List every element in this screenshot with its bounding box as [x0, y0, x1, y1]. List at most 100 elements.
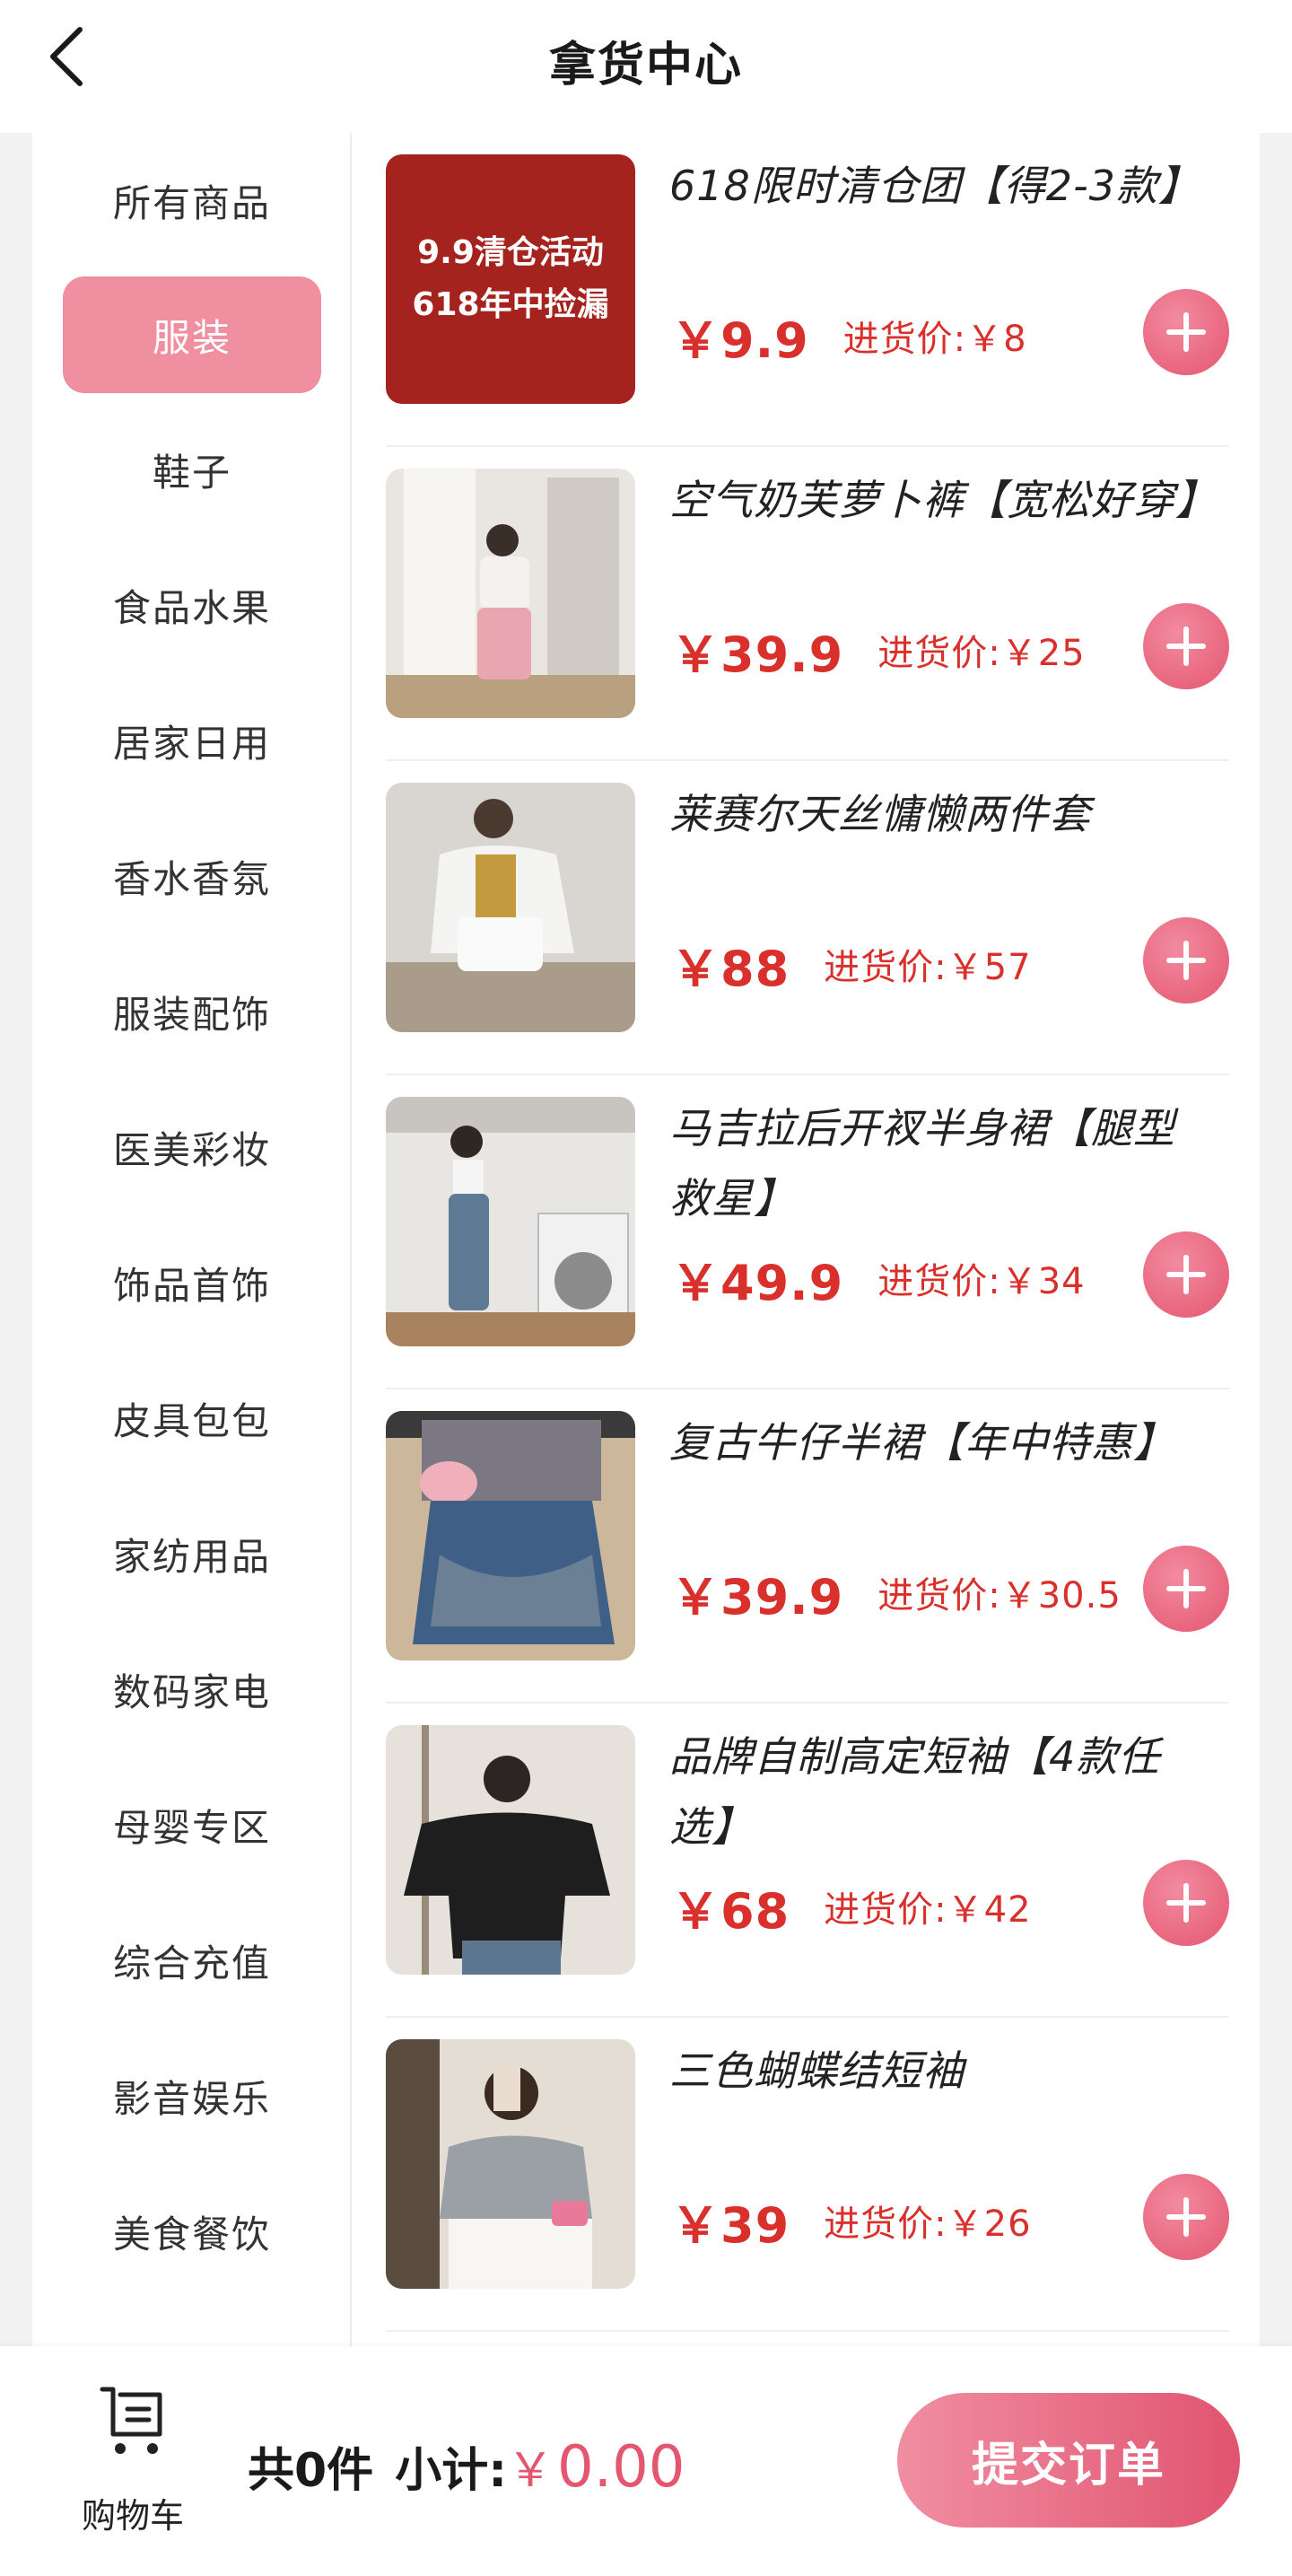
sidebar-item-accessories[interactable]: 服装配饰: [32, 953, 352, 1070]
checkout-bar: 购物车 共0件 小计: ￥ 0.00 提交订单: [0, 2346, 1292, 2576]
sidebar-item-recharge[interactable]: 综合充值: [32, 1902, 352, 2019]
sidebar-item-clothing[interactable]: 服装: [32, 276, 352, 393]
product-title: 品牌自制高定短袖【4款任选】: [669, 1732, 1161, 1851]
banner-text-line-1: 9.9清仓活动: [417, 234, 604, 271]
product-image: [386, 1411, 635, 1660]
category-sidebar: 所有商品 服装 鞋子 食品水果 居家日用 香水香氛 服装配饰 医美彩妆 饰品首饰…: [32, 133, 352, 2346]
plus-icon: [1166, 1569, 1206, 1608]
price-row: ￥9.9 进货价:￥8: [671, 300, 1027, 372]
product-price: ￥9.9: [671, 311, 809, 369]
sidebar-item-entertainment[interactable]: 影音娱乐: [32, 2037, 352, 2154]
sidebar-item-label: 食品水果: [112, 585, 271, 630]
banner-text-line-2: 618年中捡漏: [412, 286, 609, 323]
page-title: 拿货中心: [548, 39, 743, 92]
currency-symbol: ￥: [506, 2444, 554, 2498]
sidebar-item-label: 服装配饰: [112, 992, 271, 1037]
sidebar-item-label: 美食餐饮: [112, 2212, 271, 2256]
product-item[interactable]: 空气奶芙萝卜裤【宽松好穿】 ￥39.9 进货价:￥25: [386, 447, 1229, 761]
cart-label: 购物车: [81, 2496, 184, 2536]
product-cost: 进货价:￥26: [824, 2204, 1032, 2245]
sidebar-item-label: 影音娱乐: [112, 2076, 271, 2121]
product-cost: 进货价:￥42: [824, 1889, 1032, 1931]
sidebar-item-shoes[interactable]: 鞋子: [32, 411, 352, 528]
price-row: ￥88 进货价:￥57: [671, 928, 1032, 1000]
plus-icon: [1166, 1883, 1206, 1923]
price-row: ￥68 进货价:￥42: [671, 1871, 1032, 1942]
sidebar-item-textiles[interactable]: 家纺用品: [32, 1495, 352, 1612]
sidebar-item-label: 家纺用品: [112, 1534, 271, 1579]
sidebar-item-label: 居家日用: [112, 721, 271, 766]
product-cost: 进货价:￥34: [877, 1261, 1086, 1302]
sidebar-item-all[interactable]: 所有商品: [32, 142, 352, 258]
content-area: 所有商品 服装 鞋子 食品水果 居家日用 香水香氛 服装配饰 医美彩妆 饰品首饰…: [32, 133, 1260, 2346]
product-price: ￥49.9: [671, 1254, 844, 1311]
add-to-cart-button[interactable]: [1143, 1860, 1229, 1946]
sidebar-item-label: 母婴专区: [112, 1805, 271, 1850]
app-header: 拿货中心: [0, 0, 1292, 133]
price-row: ￥39 进货价:￥26: [671, 2185, 1032, 2256]
product-image: [386, 1097, 635, 1346]
price-row: ￥49.9 进货价:￥34: [671, 1242, 1086, 1314]
product-image: 9.9清仓活动 618年中捡漏: [386, 154, 635, 404]
product-image: [386, 1725, 635, 1975]
product-title: 618限时清仓团【得2-3款】: [669, 162, 1200, 210]
sidebar-item-label: 所有商品: [112, 180, 271, 225]
sidebar-item-label: 皮具包包: [112, 1398, 271, 1443]
product-price: ￥39.9: [671, 1568, 844, 1625]
product-item[interactable]: 莱赛尔天丝慵懒两件套 ￥88 进货价:￥57: [386, 761, 1229, 1075]
order-summary: 共0件 小计: ￥ 0.00: [248, 2432, 685, 2513]
cart-button[interactable]: 购物车: [61, 2382, 205, 2544]
product-item[interactable]: 9.9清仓活动 618年中捡漏 618限时清仓团【得2-3款】 ￥9.9 进货价…: [386, 133, 1229, 447]
item-count: 共0件: [248, 2444, 374, 2498]
cart-icon: [100, 2387, 162, 2454]
sidebar-item-perfume[interactable]: 香水香氛: [32, 818, 352, 934]
add-to-cart-button[interactable]: [1143, 1546, 1229, 1632]
add-to-cart-button[interactable]: [1143, 289, 1229, 375]
product-image: [386, 2039, 635, 2289]
plus-icon: [1166, 1255, 1206, 1294]
plus-icon: [1166, 626, 1206, 666]
subtotal-label: 小计:: [395, 2444, 507, 2498]
sidebar-item-label: 香水香氛: [112, 856, 271, 901]
price-row: ￥39.9 进货价:￥25: [671, 614, 1086, 686]
product-image: [386, 783, 635, 1032]
product-title: 复古牛仔半裙【年中特惠】: [669, 1418, 1175, 1467]
product-item[interactable]: 马吉拉后开衩半身裙【腿型救星】 ￥49.9 进货价:￥34: [386, 1075, 1229, 1389]
product-item[interactable]: 复古牛仔半裙【年中特惠】 ￥39.9 进货价:￥30.5: [386, 1389, 1229, 1704]
add-to-cart-button[interactable]: [1143, 1231, 1229, 1318]
plus-icon: [1166, 312, 1206, 352]
product-title: 马吉拉后开衩半身裙【腿型救星】: [669, 1104, 1175, 1222]
sidebar-item-baby[interactable]: 母婴专区: [32, 1766, 352, 1883]
product-cost: 进货价:￥30.5: [877, 1575, 1122, 1617]
product-title: 三色蝴蝶结短袖: [669, 2046, 965, 2095]
product-price: ￥88: [671, 940, 790, 997]
sidebar-item-beauty[interactable]: 医美彩妆: [32, 1089, 352, 1205]
product-item[interactable]: 三色蝴蝶结短袖 ￥39 进货价:￥26: [386, 2018, 1229, 2332]
product-cost: 进货价:￥8: [842, 319, 1027, 360]
sidebar-item-dining[interactable]: 美食餐饮: [32, 2173, 352, 2290]
sidebar-item-home[interactable]: 居家日用: [32, 682, 352, 799]
product-cost: 进货价:￥25: [877, 633, 1086, 674]
subtotal-value: 0.00: [557, 2434, 685, 2501]
add-to-cart-button[interactable]: [1143, 2174, 1229, 2260]
product-price: ￥39: [671, 2196, 790, 2254]
plus-icon: [1166, 941, 1206, 980]
add-to-cart-button[interactable]: [1143, 603, 1229, 689]
product-title: 莱赛尔天丝慵懒两件套: [669, 790, 1091, 838]
sidebar-item-label: 服装: [63, 276, 321, 393]
submit-order-button[interactable]: 提交订单: [897, 2393, 1240, 2528]
product-price: ￥39.9: [671, 626, 844, 683]
product-item[interactable]: 品牌自制高定短袖【4款任选】 ￥68 进货价:￥42: [386, 1704, 1229, 2018]
sidebar-item-bags[interactable]: 皮具包包: [32, 1360, 352, 1476]
sidebar-item-label: 综合充值: [112, 1941, 271, 1985]
plus-icon: [1166, 2197, 1206, 2237]
add-to-cart-button[interactable]: [1143, 917, 1229, 1003]
product-title: 空气奶芙萝卜裤【宽松好穿】: [669, 476, 1218, 524]
product-price: ￥68: [671, 1882, 790, 1940]
sidebar-item-electronics[interactable]: 数码家电: [32, 1631, 352, 1748]
sidebar-item-label: 医美彩妆: [112, 1127, 271, 1172]
sidebar-item-label: 饰品首饰: [112, 1263, 271, 1308]
sidebar-item-jewelry[interactable]: 饰品首饰: [32, 1224, 352, 1341]
product-cost: 进货价:￥57: [824, 947, 1032, 988]
sidebar-item-food[interactable]: 食品水果: [32, 547, 352, 663]
